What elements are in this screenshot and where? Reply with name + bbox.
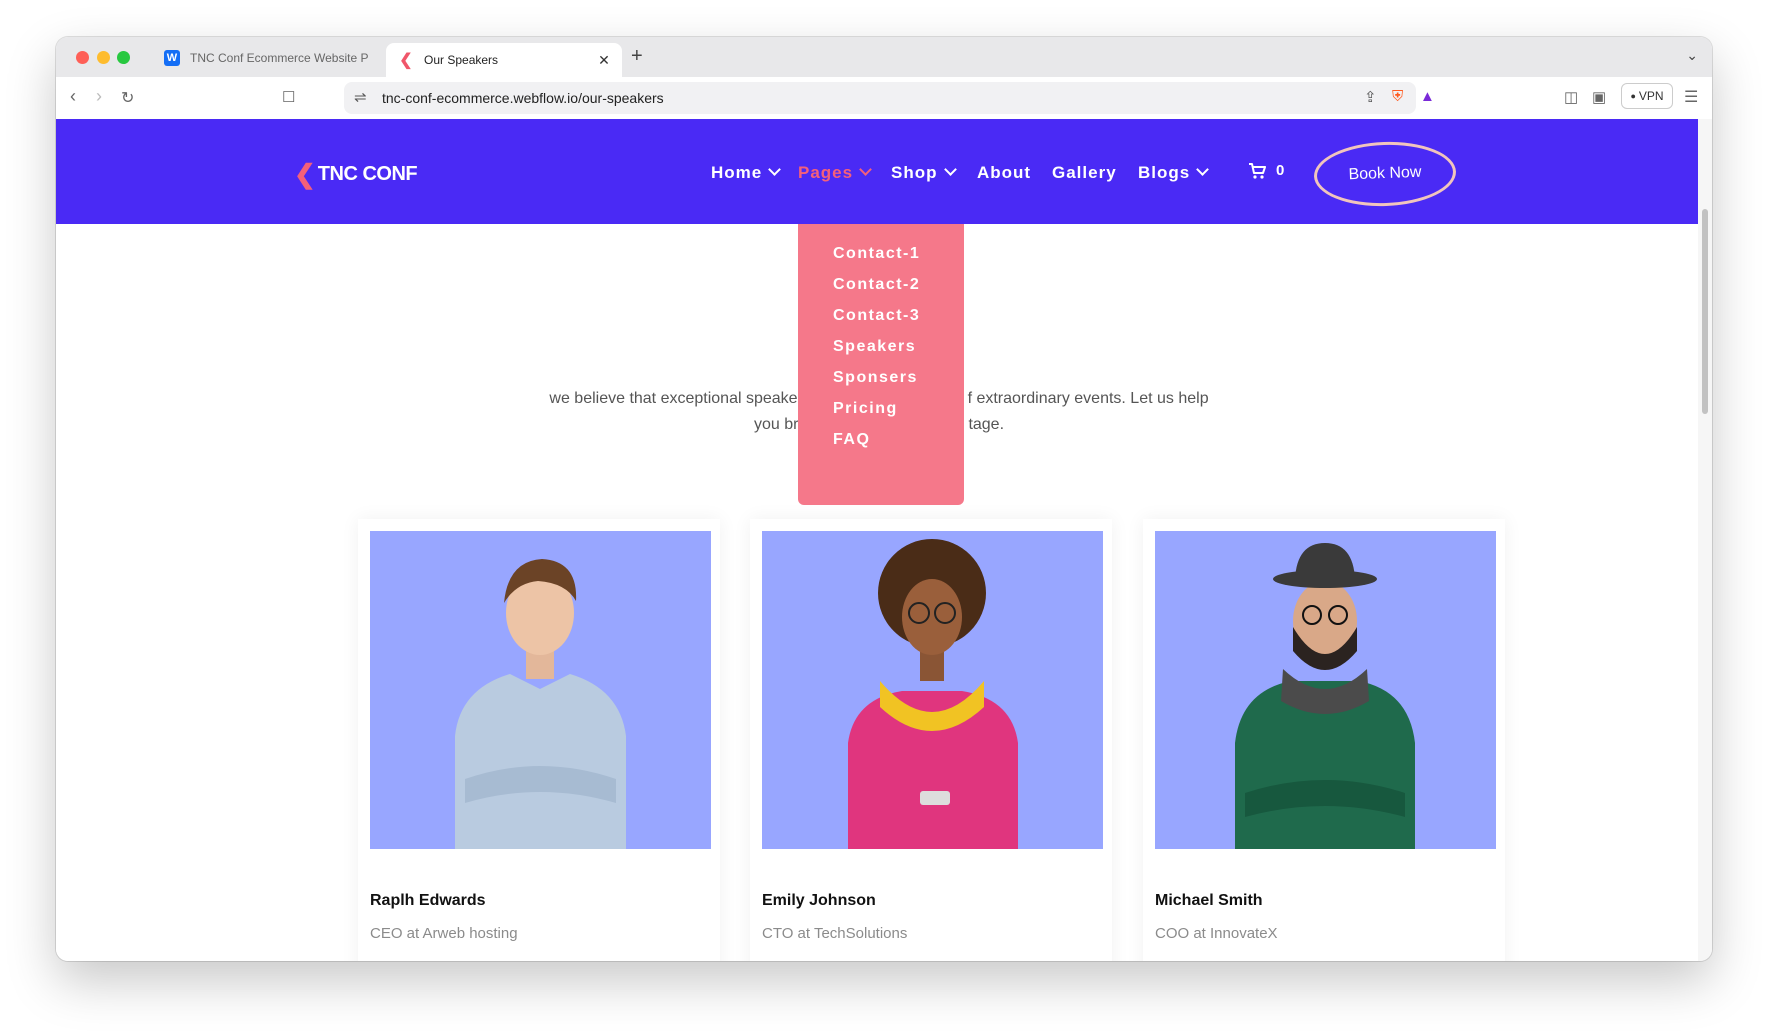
nav-pages[interactable]: Pages xyxy=(798,163,872,183)
speaker-card[interactable]: Michael Smith COO at InnovateX xyxy=(1143,519,1505,961)
chevron-down-icon xyxy=(859,163,872,176)
wallet-icon[interactable]: ▣ xyxy=(1592,88,1606,106)
reload-icon[interactable]: ↻ xyxy=(121,88,134,108)
tab-our-speakers[interactable]: ❮ Our Speakers ✕ xyxy=(386,43,622,77)
nav-gallery-label: Gallery xyxy=(1052,163,1117,182)
logo-text: TNC CONF xyxy=(317,163,418,185)
bookmark-icon[interactable]: ☐ xyxy=(282,88,295,106)
vpn-label: VPN xyxy=(1638,89,1664,103)
vpn-button[interactable]: ● VPN xyxy=(1621,83,1673,109)
share-icon[interactable]: ⇪ xyxy=(1364,88,1377,106)
speaker-card[interactable]: Emily Johnson CTO at TechSolutions xyxy=(750,519,1112,961)
brave-shield-icon[interactable]: ⛨ xyxy=(1392,88,1403,105)
speaker-name: Emily Johnson xyxy=(762,892,876,909)
site-logo[interactable]: ❮ TNC CONF xyxy=(294,159,418,190)
forward-icon[interactable]: › xyxy=(96,86,102,107)
back-icon[interactable]: ‹ xyxy=(70,86,76,107)
nav-shop[interactable]: Shop xyxy=(891,163,957,183)
chevron-down-icon xyxy=(1196,163,1210,176)
speaker-name: Raplh Edwards xyxy=(370,892,486,909)
intro-line1-left: we believe that exceptional speake xyxy=(549,390,798,407)
nav-gallery[interactable]: Gallery xyxy=(1052,163,1117,183)
speaker-role: COO at InnovateX xyxy=(1155,925,1278,942)
vpn-status-icon: ● xyxy=(1630,91,1636,101)
cart-count: 0 xyxy=(1276,162,1285,179)
intro-line2-left: you br xyxy=(753,416,799,433)
logo-mark-icon: ❮ xyxy=(294,159,316,189)
dropdown-item-speakers[interactable]: Speakers xyxy=(833,338,916,356)
menu-icon[interactable]: ☰ xyxy=(1684,87,1698,107)
speaker-role: CTO at TechSolutions xyxy=(762,925,908,942)
chevron-down-icon[interactable]: ⌄ xyxy=(1686,47,1698,64)
page-scrollbar[interactable] xyxy=(1698,119,1712,961)
sidebar-icon[interactable]: ◫ xyxy=(1564,88,1578,106)
speaker-role: CEO at Arweb hosting xyxy=(370,925,518,942)
dropdown-item-contact-3[interactable]: Contact-3 xyxy=(833,307,920,325)
browser-window: W TNC Conf Ecommerce Website P ❮ Our Spe… xyxy=(56,37,1712,961)
tab-tnc-conf-ecommerce[interactable]: W TNC Conf Ecommerce Website P xyxy=(152,43,382,73)
browser-toolbar: ‹ › ↻ ☐ ⇌ tnc-conf-ecommerce.webflow.io/… xyxy=(56,77,1712,120)
nav-pages-label: Pages xyxy=(798,163,854,182)
tab-strip: W TNC Conf Ecommerce Website P ❮ Our Spe… xyxy=(56,37,1712,77)
nav-about-label: About xyxy=(977,163,1032,182)
url-text[interactable]: tnc-conf-ecommerce.webflow.io/our-speake… xyxy=(382,90,664,106)
dropdown-item-pricing[interactable]: Pricing xyxy=(833,400,898,418)
site-settings-icon[interactable]: ⇌ xyxy=(354,88,367,106)
nav-blogs[interactable]: Blogs xyxy=(1138,163,1210,183)
minimize-window-button[interactable] xyxy=(97,51,110,64)
speaker-card[interactable]: Raplh Edwards CEO at Arweb hosting xyxy=(358,519,720,961)
nav-home[interactable]: Home xyxy=(711,163,782,183)
cart-icon xyxy=(1249,162,1266,179)
chevron-down-icon xyxy=(768,163,782,176)
address-bar[interactable]: ⇌ tnc-conf-ecommerce.webflow.io/our-spea… xyxy=(344,82,1435,114)
page-viewport: ❮ TNC CONF Home Pages Shop About Gallery… xyxy=(56,119,1698,961)
cart-button[interactable]: 0 xyxy=(1248,162,1284,179)
speaker-photo xyxy=(370,531,711,849)
book-now-button[interactable]: Book Now xyxy=(1312,139,1458,209)
tab-label: TNC Conf Ecommerce Website P xyxy=(190,51,369,65)
webflow-favicon-icon: W xyxy=(164,50,180,66)
close-window-button[interactable] xyxy=(76,51,89,64)
nav-shop-label: Shop xyxy=(891,163,938,182)
speaker-photo xyxy=(762,531,1103,849)
brave-rewards-icon[interactable]: ▲ xyxy=(1420,88,1435,105)
intro-line2-right: tage. xyxy=(968,416,1005,433)
dropdown-item-sponsers[interactable]: Sponsers xyxy=(833,369,918,387)
chevron-down-icon xyxy=(943,163,957,176)
tab-label: Our Speakers xyxy=(424,53,499,67)
site-navbar: ❮ TNC CONF Home Pages Shop About Gallery… xyxy=(56,119,1698,224)
scrollbar-thumb[interactable] xyxy=(1702,209,1708,414)
pages-dropdown-menu: Contact-1 Contact-2 Contact-3 Speakers S… xyxy=(798,224,964,505)
nav-home-label: Home xyxy=(711,163,763,182)
nav-blogs-label: Blogs xyxy=(1138,163,1191,182)
speaker-name: Michael Smith xyxy=(1155,892,1263,909)
dropdown-item-contact-2[interactable]: Contact-2 xyxy=(833,276,920,294)
new-tab-icon[interactable]: + xyxy=(631,45,643,68)
zoom-window-button[interactable] xyxy=(117,51,130,64)
dropdown-item-faq[interactable]: FAQ xyxy=(833,431,870,449)
nav-about[interactable]: About xyxy=(977,163,1031,183)
intro-line1-right: f extraordinary events. Let us help xyxy=(967,390,1209,407)
dropdown-item-contact-1[interactable]: Contact-1 xyxy=(833,245,920,263)
tnc-favicon-icon: ❮ xyxy=(399,52,413,69)
book-now-label: Book Now xyxy=(1348,163,1422,184)
close-tab-icon[interactable]: ✕ xyxy=(594,52,614,69)
speaker-photo xyxy=(1155,531,1496,849)
